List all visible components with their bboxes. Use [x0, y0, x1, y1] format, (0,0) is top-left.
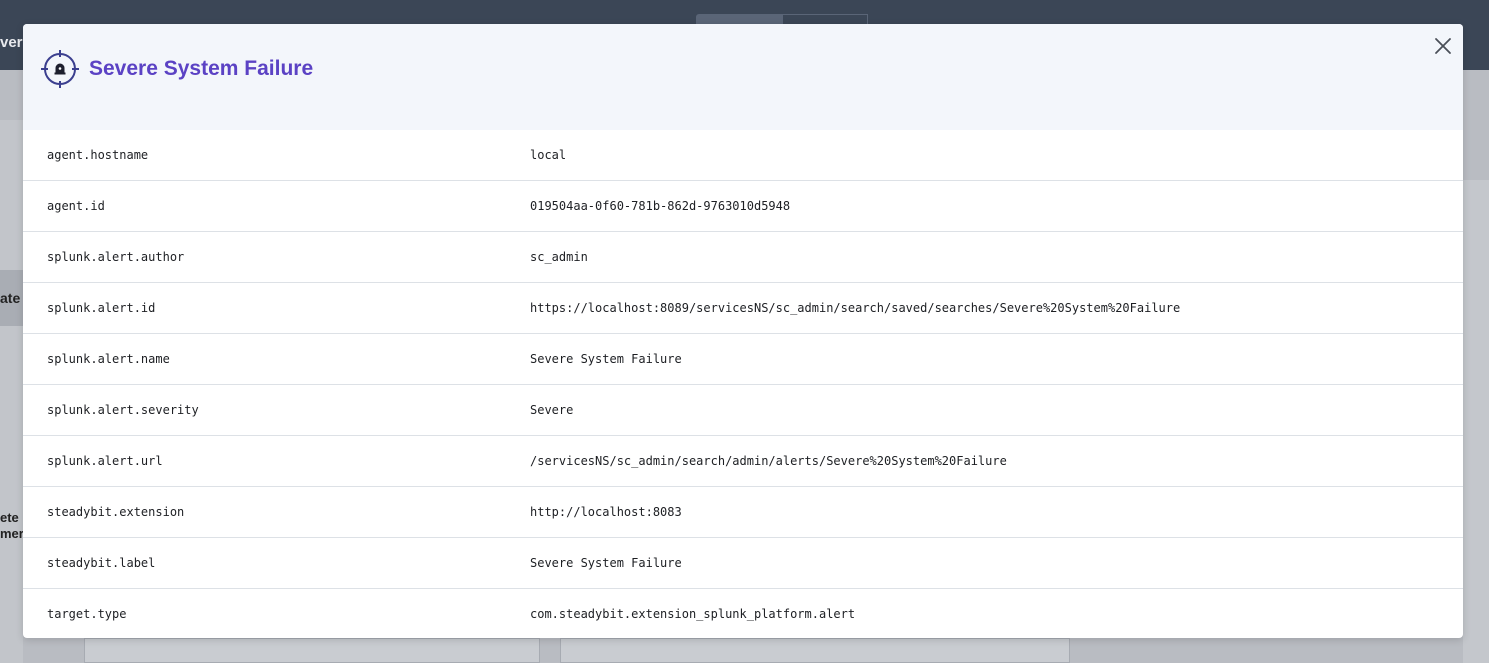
- background-card: [84, 638, 540, 663]
- target-alert-icon: [41, 50, 79, 88]
- attribute-key: splunk.alert.author: [47, 250, 185, 264]
- attribute-key: agent.id: [47, 199, 105, 213]
- attribute-key: agent.hostname: [47, 148, 149, 162]
- attribute-value: local: [530, 148, 567, 162]
- table-row: steadybit.label Severe System Failure: [23, 538, 1463, 589]
- table-row: splunk.alert.severity Severe: [23, 385, 1463, 436]
- background-text: ete: [0, 510, 19, 525]
- table-row: steadybit.extension http://localhost:808…: [23, 487, 1463, 538]
- background-text: ver: [0, 34, 23, 51]
- attribute-value: Severe: [530, 403, 574, 417]
- background-left-panel: [0, 120, 23, 663]
- table-row: agent.id 019504aa-0f60-781b-862d-9763010…: [23, 181, 1463, 232]
- table-row: splunk.alert.id https://localhost:8089/s…: [23, 283, 1463, 334]
- close-icon[interactable]: [1431, 34, 1455, 58]
- attribute-value: /servicesNS/sc_admin/search/admin/alerts…: [530, 454, 1007, 468]
- attribute-key: steadybit.label: [47, 556, 156, 570]
- attribute-key: splunk.alert.url: [47, 454, 163, 468]
- attribute-key: splunk.alert.severity: [47, 403, 199, 417]
- attribute-key: splunk.alert.id: [47, 301, 156, 315]
- attribute-key: steadybit.extension: [47, 505, 185, 519]
- attribute-key: splunk.alert.name: [47, 352, 170, 366]
- table-row: splunk.alert.url /servicesNS/sc_admin/se…: [23, 436, 1463, 487]
- modal-header: Severe System Failure: [23, 24, 1463, 130]
- background-text: ate: [0, 290, 21, 306]
- attribute-value: Severe System Failure: [530, 556, 682, 570]
- attribute-value: sc_admin: [530, 250, 588, 264]
- attribute-value: http://localhost:8083: [530, 505, 682, 519]
- table-row: agent.hostname local: [23, 130, 1463, 181]
- modal-title: Severe System Failure: [89, 57, 314, 80]
- background-card: [560, 638, 1070, 663]
- attributes-modal: Severe System Failure agent.hostname loc…: [23, 24, 1463, 638]
- background-text: mer: [0, 526, 23, 541]
- table-row: splunk.alert.author sc_admin: [23, 232, 1463, 283]
- table-row: target.type com.steadybit.extension_splu…: [23, 589, 1463, 638]
- attribute-value: com.steadybit.extension_splunk_platform.…: [530, 607, 856, 621]
- attribute-value: Severe System Failure: [530, 352, 682, 366]
- attribute-value: https://localhost:8089/servicesNS/sc_adm…: [530, 301, 1181, 315]
- table-row: splunk.alert.name Severe System Failure: [23, 334, 1463, 385]
- background-right-panel: [1463, 180, 1489, 663]
- attribute-value: 019504aa-0f60-781b-862d-9763010d5948: [530, 199, 791, 213]
- attribute-key: target.type: [47, 607, 127, 621]
- attribute-table: agent.hostname local agent.id 019504aa-0…: [23, 130, 1463, 638]
